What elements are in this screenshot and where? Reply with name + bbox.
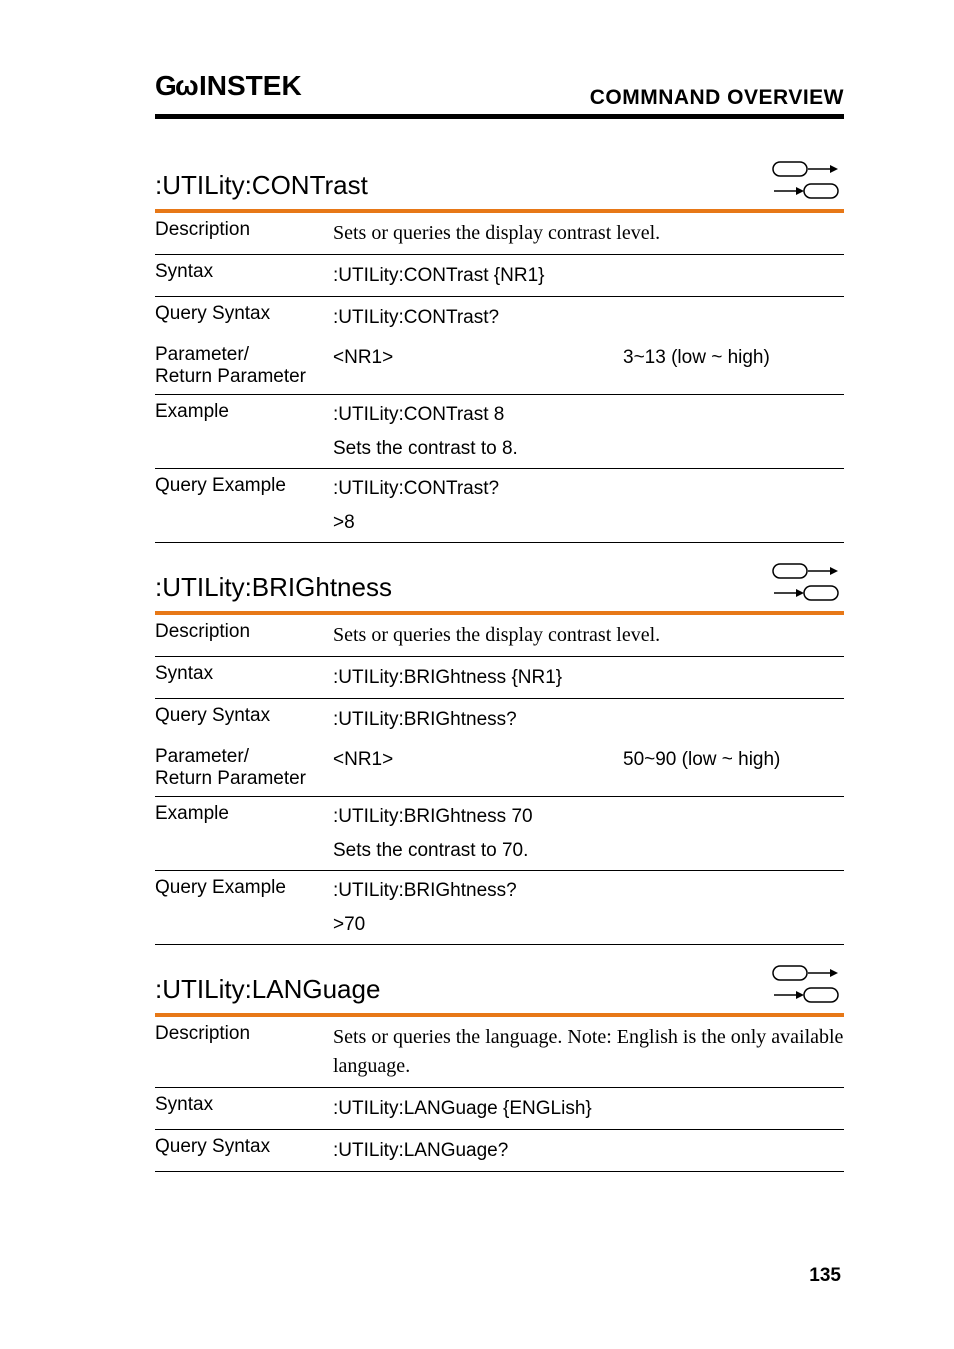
set-query-icon [772,561,840,603]
example-line: :UTILity:BRIGhtness? [333,877,844,905]
definition-row: DescriptionSets or queries the language.… [155,1017,844,1088]
example-line: >8 [333,509,844,537]
syntax-text: :UTILity:BRIGhtness? [333,709,517,730]
definition-row: Parameter/Return Parameter<NR1>3~13 (low… [155,338,844,395]
example-line: :UTILity:BRIGhtness 70 [333,803,844,831]
row-content: :UTILity:CONTrast? >8 [333,475,844,536]
section-title: :UTILity:CONTrast [155,170,368,201]
row-label: Query Syntax [155,705,333,727]
syntax-text: :UTILity:LANGuage {ENGLish} [333,1098,592,1119]
row-content: <NR1>3~13 (low ~ high) [333,344,844,372]
syntax-text: :UTILity:CONTrast? [333,307,499,328]
syntax-text: :UTILity:LANGuage? [333,1140,508,1161]
section-title: :UTILity:BRIGhtness [155,572,392,603]
row-content: :UTILity:CONTrast? [333,303,844,332]
command-section: :UTILity:BRIGhtness DescriptionSets or q… [155,561,844,945]
row-content: :UTILity:BRIGhtness? >70 [333,877,844,938]
syntax-text: :UTILity:BRIGhtness {NR1} [333,667,562,688]
svg-text:G: G [155,70,176,101]
example-line: >70 [333,911,844,939]
row-content: :UTILity:BRIGhtness? [333,705,844,734]
page-number: 135 [809,1265,841,1287]
example-line: :UTILity:CONTrast? [333,475,844,503]
page-header-title: COMMNAND OVERVIEW [590,86,844,110]
example-line: Sets the contrast to 8. [333,435,844,463]
description-text: Sets or queries the language. Note: Engl… [333,1026,843,1077]
row-content: :UTILity:BRIGhtness {NR1} [333,663,844,692]
definition-row: Example:UTILity:CONTrast 8 Sets the contr… [155,395,844,469]
definition-row: Query Example:UTILity:BRIGhtness? >70 [155,871,844,945]
row-label: Description [155,219,333,241]
row-label: Syntax [155,663,333,685]
parameter-name: <NR1> [333,746,623,774]
row-content: :UTILity:CONTrast 8 Sets the contrast to … [333,401,844,462]
row-label: Description [155,1023,333,1045]
row-label: Query Example [155,877,333,899]
command-section: :UTILity:CONTrast DescriptionSets or que… [155,159,844,543]
row-content: Sets or queries the language. Note: Engl… [333,1023,844,1081]
row-content: :UTILity:BRIGhtness 70 Sets the contrast … [333,803,844,864]
row-label: Syntax [155,261,333,283]
section-header: :UTILity:LANGuage [155,963,844,1005]
parameter-range: 3~13 (low ~ high) [623,344,844,372]
definition-row: Query Syntax:UTILity:LANGuage? [155,1130,844,1172]
row-label: Example [155,803,333,825]
row-label: Query Example [155,475,333,497]
row-content: Sets or queries the display contrast lev… [333,219,844,248]
definition-row: DescriptionSets or queries the display c… [155,213,844,255]
parameter-range: 50~90 (low ~ high) [623,746,844,774]
definition-row: Query Syntax:UTILity:BRIGhtness? [155,699,844,740]
row-label: Example [155,401,333,423]
svg-text:INSTEK: INSTEK [199,70,302,101]
row-label: Query Syntax [155,1136,333,1158]
page-header: G ω INSTEK COMMNAND OVERVIEW [155,70,844,110]
row-label: Description [155,621,333,643]
row-content: <NR1>50~90 (low ~ high) [333,746,844,774]
section-title: :UTILity:LANGuage [155,974,380,1005]
row-content: Sets or queries the display contrast lev… [333,621,844,650]
example-line: Sets the contrast to 70. [333,837,844,865]
set-query-icon [772,159,840,201]
syntax-text: :UTILity:CONTrast {NR1} [333,265,545,286]
example-line: :UTILity:CONTrast 8 [333,401,844,429]
definition-row: DescriptionSets or queries the display c… [155,615,844,657]
command-section: :UTILity:LANGuage DescriptionSets or que… [155,963,844,1172]
definition-row: Query Syntax:UTILity:CONTrast? [155,297,844,338]
parameter-name: <NR1> [333,344,623,372]
row-content: :UTILity:LANGuage {ENGLish} [333,1094,844,1123]
row-content: :UTILity:LANGuage? [333,1136,844,1165]
definition-row: Syntax:UTILity:BRIGhtness {NR1} [155,657,844,699]
brand-logo: G ω INSTEK [155,70,325,110]
row-label: Syntax [155,1094,333,1116]
header-rule [155,114,844,119]
row-label: Parameter/Return Parameter [155,344,333,388]
definition-row: Example:UTILity:BRIGhtness 70 Sets the co… [155,797,844,871]
definition-row: Query Example:UTILity:CONTrast? >8 [155,469,844,543]
definition-row: Syntax:UTILity:LANGuage {ENGLish} [155,1088,844,1130]
svg-text:ω: ω [175,70,198,101]
row-label: Parameter/Return Parameter [155,746,333,790]
description-text: Sets or queries the display contrast lev… [333,624,660,646]
section-header: :UTILity:BRIGhtness [155,561,844,603]
section-header: :UTILity:CONTrast [155,159,844,201]
description-text: Sets or queries the display contrast lev… [333,222,660,244]
definition-row: Syntax:UTILity:CONTrast {NR1} [155,255,844,297]
row-label: Query Syntax [155,303,333,325]
row-content: :UTILity:CONTrast {NR1} [333,261,844,290]
definition-row: Parameter/Return Parameter<NR1>50~90 (lo… [155,740,844,797]
set-query-icon [772,963,840,1005]
